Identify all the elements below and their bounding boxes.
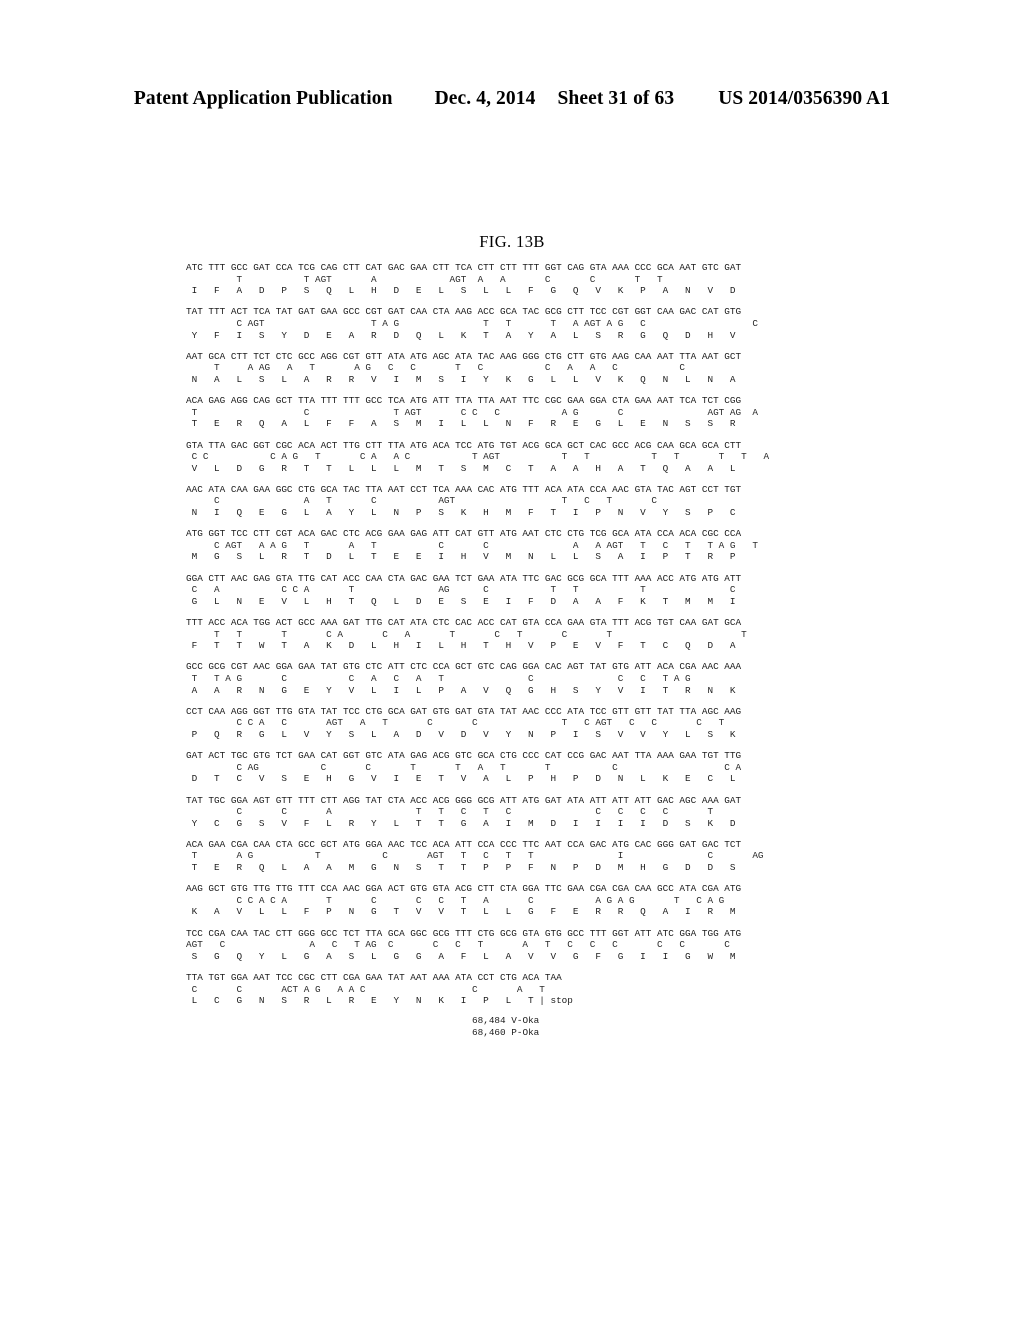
sequence-block: GGA CTT AAC GAG GTA TTG CAT ACC CAA CTA …: [186, 573, 846, 608]
protein-row: Y C G S V F L R Y L T T G A I M D I I I …: [186, 817, 736, 829]
codon-row: GCC GCG CGT AAC GGA GAA TAT GTG CTC ATT …: [186, 661, 742, 673]
variant-row: T A G T C AGT T C T T I C AG: [186, 850, 764, 862]
patent-number: US 2014/0356390 A1: [718, 88, 891, 109]
variant-row: C AGT T A G T T T A AGT A G C C: [186, 317, 758, 329]
codon-row: TAT TGC GGA AGT GTT TTT CTT AGG TAT CTA …: [186, 794, 742, 806]
codon-row: TAT TTT ACT TCA TAT GAT GAA GCC CGT GAT …: [186, 306, 742, 318]
variant-row: T C T AGT C C C A G C AGT AG A: [186, 406, 758, 418]
variant-row: T T A G C C A C A T C C C T A G: [186, 672, 691, 684]
codon-row: ACA GAG AGG CAG GCT TTA TTT TTT GCC TCA …: [186, 395, 742, 407]
protein-row: A A R N G E Y V L I L P A V Q G H S Y V …: [186, 684, 736, 696]
sequence-block: GAT ACT TGC GTG TCT GAA CAT GGT GTC ATA …: [186, 750, 846, 785]
codon-row: ATC TTT GCC GAT CCA TCG CAG CTT CAT GAC …: [186, 262, 742, 273]
sequence-block: AAC ATA CAA GAA GGC CTG GCA TAC TTA AAT …: [186, 484, 846, 519]
variant-row: C C ACT A G A A C C A T: [186, 983, 545, 995]
sequence-block: ACA GAG AGG CAG GCT TTA TTT TTT GCC TCA …: [186, 395, 846, 430]
codon-row: GTA TTA GAC GGT CGC ACA ACT TTG CTT TTA …: [186, 439, 742, 451]
variant-row: C A T C AGT T C T C: [186, 495, 658, 507]
variant-row: C C C A G T C A A C T AGT T T T T T T A: [186, 451, 770, 463]
sequence-footer-notes: 68,484 V-Oka 68,460 P-Oka: [186, 1015, 846, 1038]
page-header: Patent Application Publication Dec. 4, 2…: [0, 88, 1024, 110]
protein-row: F T T W T A K D L H I L H T H V P E V F …: [186, 640, 736, 652]
codon-row: CCT CAA AGG GGT TTG GTA TAT TCC CTG GCA …: [186, 705, 742, 717]
protein-row: D T C V S E H G V I E T V A L P H P D N …: [186, 773, 736, 785]
sequence-listing: ATC TTT GCC GAT CCA TCG CAG CTT CAT GAC …: [186, 262, 846, 1039]
sequence-block: ACA GAA CGA CAA CTA GCC GCT ATG GGA AAC …: [186, 839, 846, 874]
protein-row: P Q R G L V Y S L A D V D V Y N P I S V …: [186, 728, 736, 740]
codon-row: TTA TGT GGA AAT TCC CGC CTT CGA GAA TAT …: [186, 972, 562, 983]
codon-row: TTT ACC ACA TGG ACT GCC AAA GAT TTG CAT …: [186, 617, 742, 628]
codon-row: AAG GCT GTG TTG TTG TTT CCA AAC GGA ACT …: [186, 883, 742, 895]
footer-note: 68,460 P-Oka: [472, 1026, 540, 1038]
variant-row: C C A C A T C C C T A C A G A G T C A G: [186, 894, 725, 906]
sequence-block: CCT CAA AGG GGT TTG GTA TAT TCC CTG GCA …: [186, 706, 846, 741]
protein-row: S G Q Y L G A S L G G A F L A V V G F G …: [186, 950, 736, 962]
sequence-block: TAT TTT ACT TCA TAT GAT GAA GCC CGT GAT …: [186, 306, 846, 341]
sequence-blocks: ATC TTT GCC GAT CCA TCG CAG CTT CAT GAC …: [186, 262, 846, 1007]
protein-row: N I Q E G L A Y L N P S K H M F T I P N …: [186, 507, 736, 519]
protein-row: K A V L L F P N G T V V T L L G F E R R …: [186, 906, 736, 918]
publication-date: Dec. 4, 2014: [434, 88, 536, 109]
variant-row: T T AGT A AGT A A C C T T: [186, 273, 663, 285]
figure-title: FIG. 13B: [479, 232, 545, 251]
variant-row: C A C C A T AG C T T T C: [186, 584, 736, 596]
variant-row: T A AG A T A G C C T C C A A C C: [186, 362, 686, 374]
codon-row: ATG GGT TCC CTT CGT ACA GAC CTC ACG GAA …: [186, 528, 742, 540]
variant-row: AGT C A C T AG C C C T A T C C C C C C: [186, 939, 730, 951]
sequence-block: GCC GCG CGT AAC GGA GAA TAT GTG CTC ATT …: [186, 661, 846, 696]
codon-row: TCC CGA CAA TAC CTT GGG GCC TCT TTA GCA …: [186, 927, 742, 939]
protein-row: T E R Q L A A M G N S T T P P F N P D M …: [186, 862, 736, 874]
variant-row: C AG C C T T A T T C C A: [186, 761, 742, 773]
sequence-block: AAT GCA CTT TCT CTC GCC AGG CGT GTT ATA …: [186, 351, 846, 386]
footer-note: 68,484 V-Oka: [472, 1015, 540, 1027]
protein-row: V L D G R T T L L L M T S M C T A A H A …: [186, 462, 736, 474]
publication-label: Patent Application Publication: [133, 88, 393, 109]
protein-row: G L N E V L H T Q L D E S E I F D A A F …: [186, 595, 736, 607]
protein-row: N A L S L A R R V I M S I Y K G L L V K …: [186, 373, 736, 385]
protein-row: I F A D P S Q L H D E L S L L F G Q V K …: [186, 285, 736, 297]
sheet-number: Sheet 31 of 63: [557, 88, 675, 109]
variant-row: C C A T T C T C C C C C T: [186, 806, 714, 818]
sequence-block: GTA TTA GAC GGT CGC ACA ACT TTG CTT TTA …: [186, 440, 846, 475]
protein-row: M G S L R T D L T E E I H V M N L L S A …: [186, 551, 736, 563]
sequence-block: TTT ACC ACA TGG ACT GCC AAA GAT TTG CAT …: [186, 617, 846, 652]
protein-row: Y F I S Y D E A R D Q L K T A Y A L S R …: [186, 329, 736, 341]
codon-row: AAC ATA CAA GAA GGC CTG GCA TAC TTA AAT …: [186, 483, 742, 495]
protein-row: T E R Q A L F F A S M I L L N F R E G L …: [186, 418, 736, 430]
sequence-block: TAT TGC GGA AGT GTT TTT CTT AGG TAT CTA …: [186, 795, 846, 830]
variant-row: C AGT A A G T A T C C A A AGT T C T T A …: [186, 539, 758, 551]
variant-row: C C A C AGT A T C C T C AGT C C C T: [186, 717, 725, 729]
sequence-block: TTA TGT GGA AAT TCC CGC CTT CGA GAA TAT …: [186, 972, 846, 1007]
variant-row: T T T C A C A T C T C T T: [186, 628, 747, 640]
sequence-block: AAG GCT GTG TTG TTG TTT CCA AAC GGA ACT …: [186, 883, 846, 918]
protein-row: L C G N S R L R E Y N K I P L T | stop: [186, 995, 573, 1007]
codon-row: ACA GAA CGA CAA CTA GCC GCT ATG GGA AAC …: [186, 838, 742, 850]
codon-row: GGA CTT AAC GAG GTA TTG CAT ACC CAA CTA …: [186, 572, 742, 584]
codon-row: GAT ACT TGC GTG TCT GAA CAT GGT GTC ATA …: [186, 750, 742, 762]
sequence-block: ATG GGT TCC CTT CGT ACA GAC CTC ACG GAA …: [186, 528, 846, 563]
sequence-block: TCC CGA CAA TAC CTT GGG GCC TCT TTA GCA …: [186, 928, 846, 963]
sequence-block: ATC TTT GCC GAT CCA TCG CAG CTT CAT GAC …: [186, 262, 846, 297]
codon-row: AAT GCA CTT TCT CTC GCC AGG CGT GTT ATA …: [186, 350, 742, 362]
